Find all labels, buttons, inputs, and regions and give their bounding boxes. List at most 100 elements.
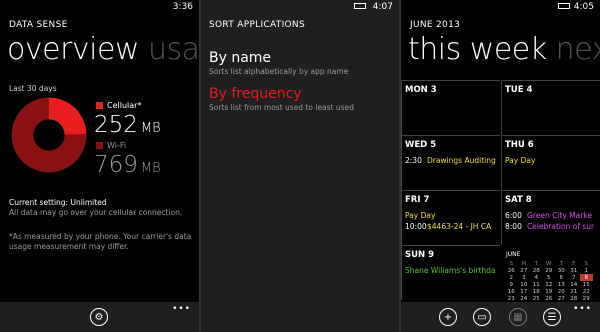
weekday-header: S (509, 260, 514, 267)
mini-date[interactable]: 31 (568, 267, 581, 274)
mini-date[interactable]: 3 (518, 274, 531, 281)
mini-date[interactable]: 29 (580, 295, 593, 302)
weekday-header: T (559, 260, 563, 267)
today-button[interactable]: ▭ (473, 308, 491, 326)
mini-date[interactable]: 20 (555, 288, 568, 295)
mini-date[interactable]: 10 (518, 281, 531, 288)
current-setting: Current setting: Unlimited All data may … (9, 198, 182, 218)
calendar-event[interactable]: Shane Wiliams's birthda (405, 266, 496, 275)
day-cell[interactable]: TUE 4 (501, 80, 600, 135)
mini-date[interactable]: 26 (543, 295, 556, 302)
sort-option-by-name[interactable]: By name Sorts list alphabetically by app… (209, 50, 348, 76)
cellular-legend: Cellular* (96, 101, 141, 110)
mini-date[interactable]: 28 (530, 267, 543, 274)
calendar-event[interactable]: Pay Day (505, 156, 535, 165)
mini-date[interactable]: 27 (518, 267, 531, 274)
mini-date[interactable]: 26 (505, 267, 518, 274)
mini-date[interactable]: 7 (568, 274, 581, 281)
option-title: By frequency (209, 86, 302, 102)
mini-date[interactable]: 28 (568, 295, 581, 302)
mini-date[interactable]: 1 (580, 267, 593, 274)
mini-date[interactable]: 15 (580, 281, 593, 288)
calendar-event[interactable]: 10:00$4463-24 - JH CA (405, 222, 491, 231)
status-time: 4:07 (372, 2, 393, 12)
mini-date[interactable]: 16 (505, 288, 518, 295)
day-label: SUN 9 (405, 250, 435, 260)
mini-date[interactable]: 2 (505, 274, 518, 281)
day-cell[interactable]: SUN 9 Shane Wiliams's birthda (401, 245, 500, 300)
event-title: $4463-24 - JH CA (427, 222, 492, 231)
day-label: SAT 8 (505, 195, 532, 205)
sort-option-by-frequency[interactable]: By frequency Sorts list from most used t… (209, 86, 354, 112)
mini-date[interactable]: 18 (530, 288, 543, 295)
event-title: Shane Wiliams's birthda (405, 266, 496, 275)
day-cell[interactable]: THU 6 Pay Day (501, 135, 600, 190)
weekday-header: T (534, 260, 538, 267)
pivot-item-usage[interactable]: usage (148, 32, 199, 67)
pivot-item-this-week[interactable]: this week (408, 32, 547, 67)
setting-description: All data may go over your cellular conne… (9, 208, 183, 217)
new-event-button[interactable]: + (439, 308, 457, 326)
day-label: WED 5 (405, 140, 437, 150)
cellular-usage: 252 MB (94, 112, 161, 138)
day-cell[interactable]: FRI 7 Pay Day 10:00$4463-24 - JH CA (401, 190, 500, 245)
battery-icon (558, 3, 570, 9)
cellular-slice (49, 97, 87, 135)
mini-date[interactable]: 29 (543, 267, 556, 274)
day-label: FRI 7 (405, 195, 430, 205)
mini-date[interactable]: 4 (530, 274, 543, 281)
mini-date[interactable]: 12 (543, 281, 556, 288)
cellular-swatch (96, 102, 103, 109)
wifi-usage: 769 MB (94, 152, 161, 178)
mini-date[interactable]: 27 (555, 295, 568, 302)
mini-date[interactable]: 24 (518, 295, 531, 302)
day-label: THU 6 (505, 140, 534, 150)
app-bar: + ▭ ▦ ☰ ••• (401, 302, 600, 332)
mini-date[interactable]: 6 (555, 274, 568, 281)
more-button[interactable]: ••• (573, 304, 592, 314)
mini-date[interactable]: 25 (530, 295, 543, 302)
wifi-legend: Wi-Fi (96, 141, 126, 150)
day-cell[interactable]: MON 3 (401, 80, 500, 135)
mini-date[interactable]: 13 (555, 281, 568, 288)
wifi-swatch (96, 142, 103, 149)
weekday-header: S (584, 260, 589, 267)
weekday-header: F (572, 260, 576, 267)
pivot-item-next[interactable]: next (556, 32, 600, 67)
settings-button[interactable]: ⚙ (90, 308, 108, 326)
calendar-event[interactable]: 6:00 Green City Marke (505, 211, 592, 220)
day-cell[interactable]: SAT 8 6:00 Green City Marke 8:00 Celebration… (501, 190, 600, 245)
weekday-header: M (521, 260, 527, 267)
data-sense-screen: 3:36 DATA SENSE overview usage Last 30 d… (0, 0, 199, 332)
mini-date[interactable]: 9 (505, 281, 518, 288)
mini-date[interactable]: 8 (580, 274, 593, 281)
more-button[interactable]: ••• (172, 304, 191, 314)
day-label: MON 3 (405, 85, 437, 95)
month-title: JUNE 2013 (410, 20, 461, 30)
wifi-value: 769 (94, 152, 138, 178)
calendar-event[interactable]: 8:00 Celebration of sur (505, 222, 594, 231)
mini-date[interactable]: 17 (518, 288, 531, 295)
measurement-note: *As measured by your phone. Your carrier… (9, 232, 192, 251)
mini-date[interactable]: 21 (568, 288, 581, 295)
mini-date[interactable]: 5 (543, 274, 556, 281)
pivot-item-overview[interactable]: overview (7, 32, 139, 67)
mini-date[interactable]: 11 (530, 281, 543, 288)
calendar-event[interactable]: 2:30 Drawings Auditing (405, 156, 496, 165)
tasks-button[interactable]: ☰ (543, 308, 561, 326)
wifi-label: Wi-Fi (107, 141, 127, 150)
mini-date[interactable]: 14 (568, 281, 581, 288)
event-time: 10:00 (405, 222, 427, 231)
mini-date[interactable]: 30 (555, 267, 568, 274)
mini-date[interactable]: 22 (580, 288, 593, 295)
status-time: 4:05 (573, 2, 594, 12)
sort-applications-screen: 4:07 SORT APPLICATIONS By name Sorts lis… (201, 0, 399, 332)
mini-month-label: JUNE (506, 251, 521, 258)
mini-date[interactable]: 23 (505, 295, 518, 302)
mini-date[interactable]: 19 (543, 288, 556, 295)
day-cell[interactable]: WED 5 2:30 Drawings Auditing (401, 135, 500, 190)
calendar-event[interactable]: Pay Day (405, 211, 435, 220)
wifi-unit: MB (140, 161, 161, 176)
event-title: Green City Marke (527, 211, 593, 220)
month-view-button[interactable]: ▦ (509, 308, 527, 326)
